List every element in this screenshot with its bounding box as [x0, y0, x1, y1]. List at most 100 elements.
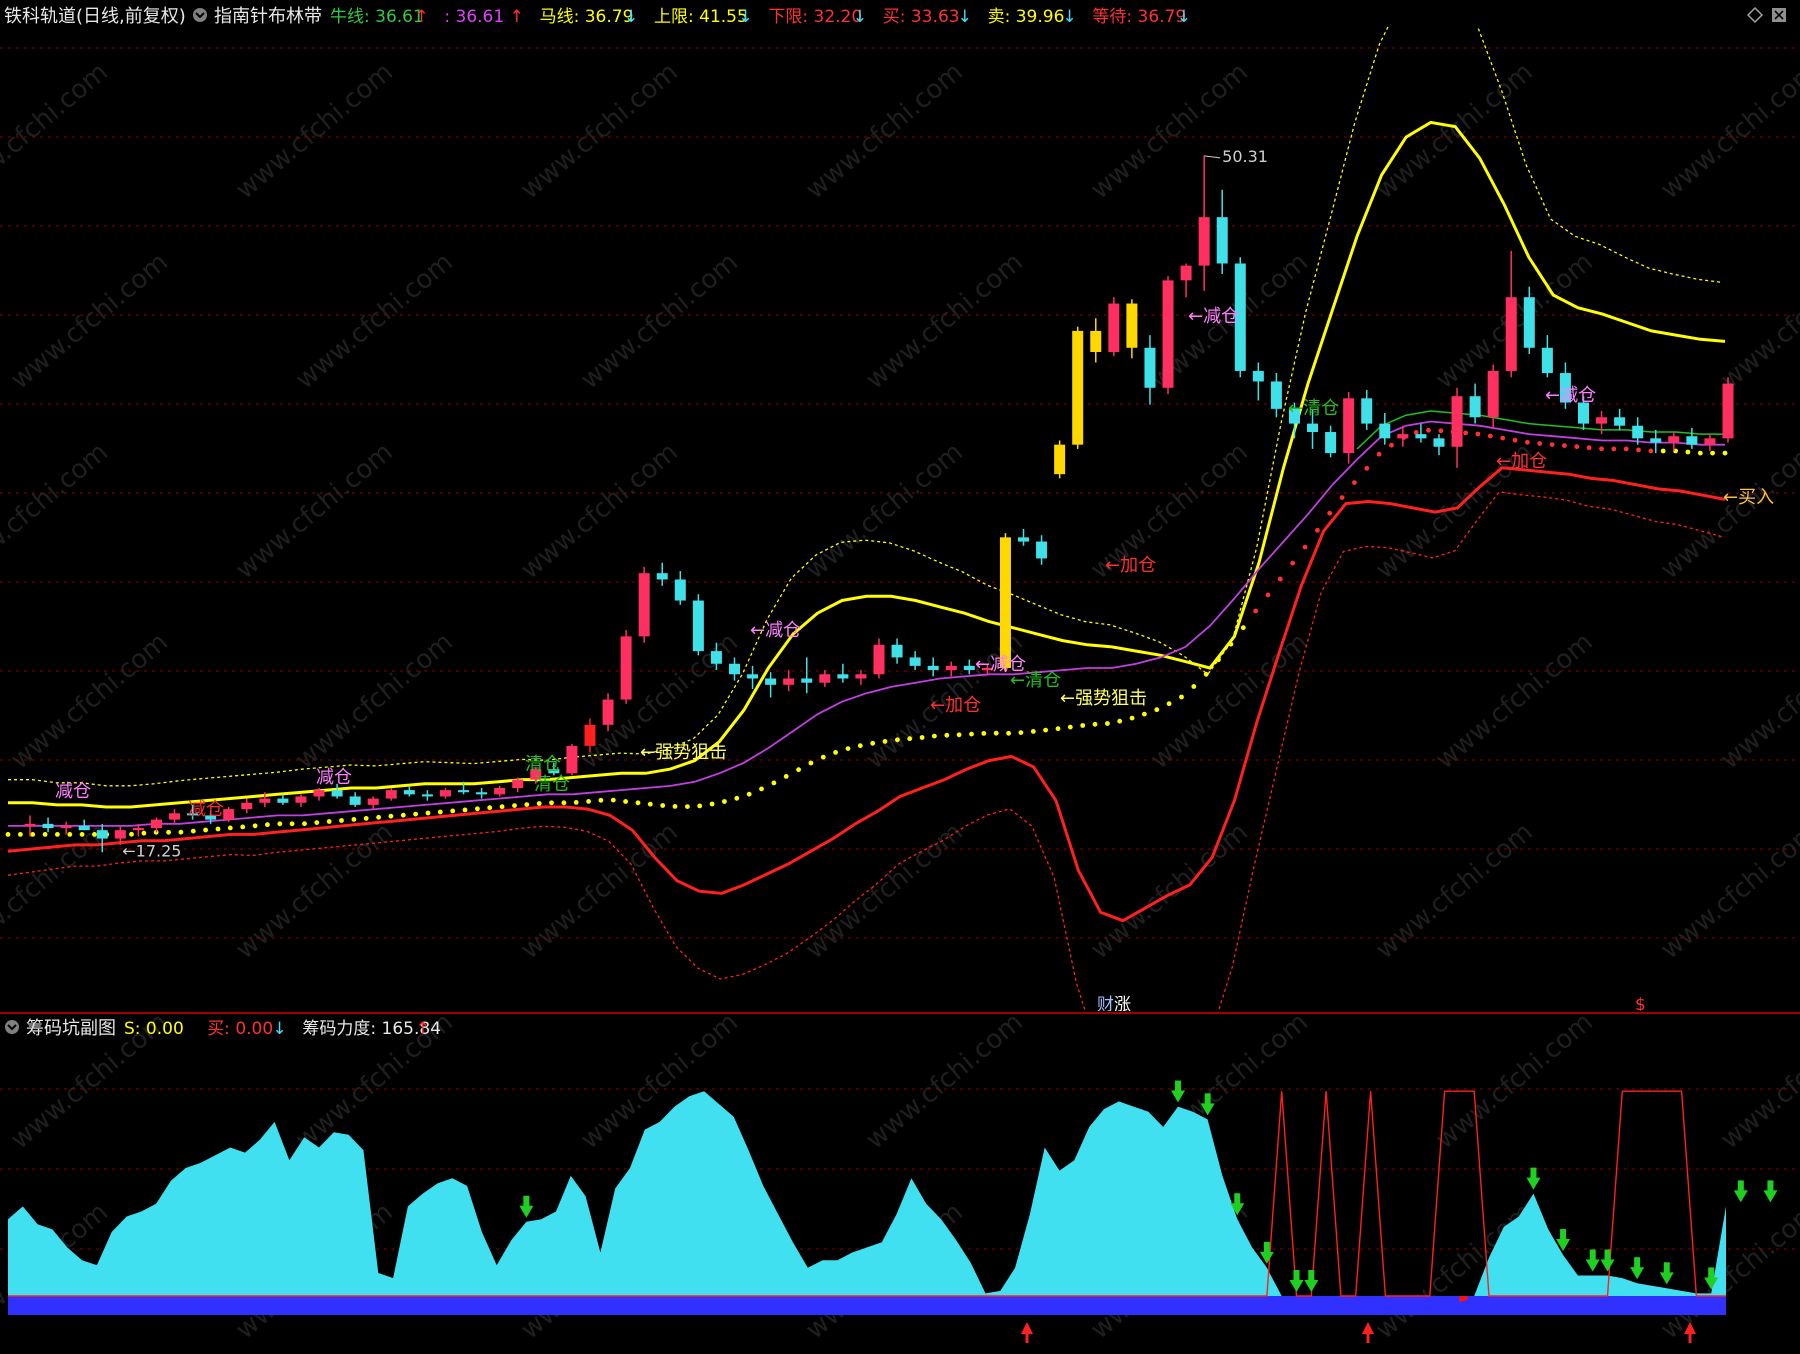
support-dot [1228, 641, 1234, 647]
header-value: 买: 33.63 [883, 7, 960, 27]
support-dot [1500, 435, 1506, 441]
candle-body [620, 636, 632, 700]
down-arrow-stem [1634, 1257, 1641, 1269]
header-arrow: ↓ [1177, 7, 1191, 27]
candle-body [60, 825, 72, 829]
candle-body [783, 678, 795, 685]
support-dot [697, 803, 703, 809]
support-dot [1253, 608, 1258, 614]
app-title: 铁科轨道(日线,前复权) [4, 6, 186, 27]
signal-label: ←清仓 [1010, 670, 1061, 691]
signal-label: 减仓 [316, 767, 352, 788]
support-dot [1080, 723, 1086, 728]
candle-body [1162, 280, 1174, 388]
support-dot [1302, 544, 1308, 550]
candle-body [1650, 438, 1662, 443]
support-dot [1067, 724, 1073, 730]
candle-body [602, 699, 614, 725]
down-arrow-stem [1530, 1167, 1537, 1179]
support-dot [1574, 444, 1580, 450]
signal-label: 减仓 [55, 781, 91, 802]
down-arrow-stem [1175, 1080, 1182, 1092]
support-dot [1525, 439, 1530, 445]
candle-body [692, 600, 704, 652]
support-dot [141, 830, 147, 836]
support-dot [1364, 465, 1370, 471]
candle-body [476, 792, 488, 795]
support-dot [1722, 450, 1728, 456]
support-dot [203, 827, 209, 833]
candle-body [963, 665, 975, 671]
candle-body [1596, 417, 1608, 424]
support-dot [1697, 450, 1703, 456]
up-arrow-stem [1025, 1333, 1029, 1343]
support-dot [1216, 657, 1221, 663]
support-dot [895, 737, 900, 743]
support-dot [956, 732, 962, 738]
support-dot [1438, 428, 1444, 434]
support-dot [919, 735, 925, 740]
down-arrow-stem [1308, 1270, 1315, 1281]
support-dot [685, 804, 690, 809]
candle-body [1270, 381, 1282, 409]
close-panel-icon[interactable] [1772, 8, 1786, 22]
support-dot [487, 805, 493, 811]
header-value: 牛线: 36.61 [330, 7, 424, 27]
support-dot [549, 800, 554, 806]
candle-body [819, 674, 831, 683]
support-dot [314, 820, 320, 825]
candle-body [801, 678, 813, 683]
support-dot [672, 804, 678, 809]
candle-body [747, 674, 759, 679]
candle-body [24, 823, 36, 826]
candle-body [1126, 303, 1138, 348]
support-dot [1389, 442, 1394, 448]
candle-body [638, 573, 650, 637]
stock-chart: www.cfchi.com www.cfchi.com www.cfchi.com w… [0, 0, 1800, 1354]
support-dot [190, 828, 196, 834]
support-dot [796, 767, 801, 773]
down-arrow-stem [1663, 1262, 1670, 1274]
support-dot [1537, 441, 1543, 446]
support-dot [1240, 625, 1246, 631]
sub-indicator-toggle-icon[interactable] [5, 1020, 19, 1034]
candle-body [1325, 432, 1337, 454]
candle-body [439, 790, 451, 797]
support-dot [1191, 684, 1197, 689]
candle-body [710, 651, 722, 664]
support-dot [302, 821, 307, 827]
header-arrow: ↑ [414, 7, 428, 27]
candle-body [421, 794, 433, 797]
support-dot [1512, 437, 1518, 443]
signal-label: 减仓 [188, 799, 224, 820]
support-dot [1179, 694, 1184, 700]
support-dot [709, 801, 715, 807]
header-value: 等待: 36.79 [1092, 7, 1186, 27]
support-dot [981, 731, 987, 736]
support-dot [215, 826, 221, 832]
candle-body [241, 802, 253, 810]
support-dot [1648, 448, 1654, 454]
down-arrow-stem [1604, 1249, 1611, 1261]
candle-body [1036, 541, 1048, 559]
candle-body [367, 798, 379, 805]
support-dot [1549, 442, 1555, 447]
support-dot [524, 802, 530, 807]
support-dot [178, 829, 184, 835]
candle-body [313, 790, 325, 797]
candle-body [259, 798, 271, 803]
support-dot [783, 774, 789, 779]
candle-body [1704, 438, 1716, 445]
candle-body [1541, 347, 1553, 374]
candle-body [909, 657, 921, 666]
candle-body [1487, 370, 1499, 418]
candle-body [584, 724, 596, 746]
candle-body [1018, 537, 1030, 542]
candle-body [169, 813, 181, 820]
support-dot [808, 760, 814, 766]
support-dot [1105, 721, 1110, 726]
indicator-toggle-icon[interactable] [193, 8, 207, 22]
support-dot [1685, 449, 1691, 455]
candle-body [114, 830, 126, 839]
support-dot [388, 813, 394, 819]
